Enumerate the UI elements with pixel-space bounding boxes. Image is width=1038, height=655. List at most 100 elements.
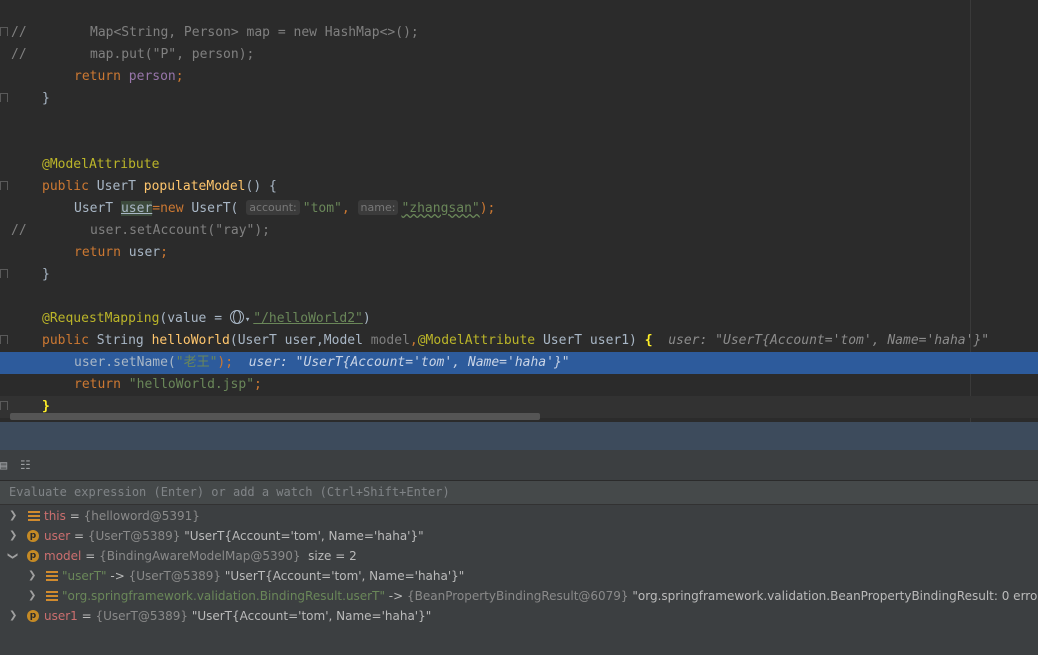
line-comment-marker: // xyxy=(11,47,27,62)
commented-code: Map<String, Person> map = new HashMap<>(… xyxy=(90,25,419,40)
request-mapping-url[interactable]: "/helloWorld2" xyxy=(253,311,363,326)
variable-ref: {UserT@5389} xyxy=(87,529,181,543)
code-line[interactable]: public UserT populateModel() { xyxy=(0,176,1038,198)
expand-arrow-icon[interactable]: ❯ xyxy=(9,606,17,626)
variable-person: person xyxy=(128,69,176,84)
variable-ref: {BindingAwareModelMap@5390} xyxy=(99,549,301,563)
variable-value: "UserT{Account='tom', Name='haha'}" xyxy=(188,609,432,623)
commented-code: map.put("P", person); xyxy=(90,47,255,62)
semicolon: ; xyxy=(254,377,262,392)
annotation-close: ) xyxy=(362,311,371,326)
statement-end: ); xyxy=(217,355,234,370)
code-line[interactable]: public String helloWorld(UserT user,Mode… xyxy=(0,330,1038,352)
annotation-requestmapping: @RequestMapping xyxy=(42,311,160,326)
horizontal-scrollbar[interactable] xyxy=(10,413,540,420)
keyword-return: return xyxy=(74,69,121,84)
return-type: UserT xyxy=(96,179,136,194)
annotation-modelattribute: @ModelAttribute xyxy=(417,333,536,348)
fold-marker-icon[interactable] xyxy=(0,335,8,345)
variable-name: model xyxy=(44,549,82,563)
variable-name: user xyxy=(44,529,71,543)
variable-name: this xyxy=(44,509,66,523)
variable-ref: {BeanPropertyBindingResult@6079} xyxy=(406,589,629,603)
method-params: () { xyxy=(245,179,277,194)
table-view-icon[interactable]: ▤ xyxy=(0,459,12,471)
ide-window: // Map<String, Person> map = new HashMap… xyxy=(0,0,1038,655)
variable-separator: -> xyxy=(106,569,129,583)
string-literal: "老王" xyxy=(175,355,218,370)
debug-inline-value: user: "UserT{Account='tom', Name='haha'}… xyxy=(668,333,990,348)
layout-settings-icon[interactable]: ☷ xyxy=(20,459,32,471)
keyword-return: return xyxy=(74,377,121,392)
code-editor[interactable]: // Map<String, Person> map = new HashMap… xyxy=(0,0,1038,422)
chevron-down-icon[interactable]: ▾ xyxy=(245,315,250,325)
fold-marker-icon[interactable] xyxy=(0,93,8,103)
string-literal: "helloWorld.jsp" xyxy=(128,377,255,392)
variable-row[interactable]: ❯ p user1 = {UserT@5389} "UserT{Account=… xyxy=(0,606,1038,626)
string-literal: "tom" xyxy=(302,201,342,216)
evaluate-expression-input[interactable]: Evaluate expression (Enter) or add a wat… xyxy=(0,481,1038,505)
variable-separator: = xyxy=(81,549,100,563)
variable-value: "UserT{Account='tom', Name='haha'}" xyxy=(180,529,424,543)
code-line[interactable]: } xyxy=(0,88,1038,110)
keyword-public: public xyxy=(42,179,89,194)
variable-row[interactable]: ❯ p user = {UserT@5389} "UserT{Account='… xyxy=(0,526,1038,546)
code-line[interactable]: return person; xyxy=(0,66,1038,88)
code-line[interactable]: return user; xyxy=(0,242,1038,264)
param-hint-account: account: xyxy=(246,200,300,215)
execution-point-line[interactable]: user.setName("老王"); user: "UserT{Account… xyxy=(0,352,1038,374)
variable-separator: -> xyxy=(384,589,407,603)
type-usert: UserT xyxy=(74,201,114,216)
comma: , xyxy=(341,201,350,216)
line-comment-marker: // xyxy=(11,25,27,40)
code-line[interactable]: UserT user=new UserT( account: "tom", nam… xyxy=(0,198,1038,220)
closing-brace: } xyxy=(42,91,50,106)
code-line[interactable]: @ModelAttribute xyxy=(0,154,1038,176)
semicolon: ; xyxy=(175,69,184,84)
method-call-setname: user.setName( xyxy=(74,355,176,370)
expand-arrow-icon[interactable]: ❯ xyxy=(28,566,36,586)
map-key: "org.springframework.validation.BindingR… xyxy=(62,589,385,603)
fold-marker-icon[interactable] xyxy=(0,27,8,37)
parameter-icon: p xyxy=(27,530,39,542)
map-key: "userT" xyxy=(62,569,107,583)
param-hint-name: name: xyxy=(357,200,399,215)
code-line[interactable]: @RequestMapping(value = ▾ "/helloWorld2") xyxy=(0,308,1038,330)
method-name-populatemodel: populateModel xyxy=(143,179,246,194)
code-line[interactable]: // map.put("P", person); xyxy=(0,44,1038,66)
expand-arrow-icon[interactable]: ❯ xyxy=(9,526,17,546)
annotation-value-key: (value = xyxy=(159,311,230,326)
code-line[interactable]: return "helloWorld.jsp"; xyxy=(0,374,1038,396)
variable-name: user1 xyxy=(44,609,78,623)
map-entry-row[interactable]: ❯ "org.springframework.validation.Bindin… xyxy=(0,586,1038,606)
code-line[interactable]: // user.setAccount("ray"); xyxy=(0,220,1038,242)
field-list-icon xyxy=(28,510,40,522)
matched-open-brace: { xyxy=(644,333,653,348)
semicolon: ; xyxy=(160,245,168,260)
variable-separator: = xyxy=(65,509,84,523)
variable-row[interactable]: ❯ this = {helloword@5391} xyxy=(0,506,1038,526)
fold-marker-icon[interactable] xyxy=(0,269,8,279)
code-line[interactable]: // Map<String, Person> map = new HashMap… xyxy=(0,22,1038,44)
keyword-new: =new xyxy=(152,201,184,216)
map-entry-icon xyxy=(46,570,58,582)
closing-brace: } xyxy=(42,267,50,282)
collapse-arrow-icon[interactable]: ❯ xyxy=(2,552,22,560)
variable-row[interactable]: ❯ p model = {BindingAwareModelMap@5390} … xyxy=(0,546,1038,566)
keyword-return: return xyxy=(74,245,121,260)
debug-tool-window-header xyxy=(0,422,1038,450)
fold-marker-icon[interactable] xyxy=(0,181,8,191)
expand-arrow-icon[interactable]: ❯ xyxy=(9,506,17,526)
comma: , xyxy=(409,333,418,348)
method-params: (UserT user,Model xyxy=(229,333,371,348)
fold-marker-icon[interactable] xyxy=(0,401,8,411)
debug-toolbar: ▤ ☷ xyxy=(0,450,1038,481)
method-name-helloworld: helloWorld xyxy=(151,333,230,348)
debug-inline-value: user: "UserT{Account='tom', Name='haha'}… xyxy=(248,355,570,370)
web-endpoint-globe-icon[interactable] xyxy=(229,310,244,324)
variable-value: "UserT{Account='tom', Name='haha'}" xyxy=(221,569,465,583)
expand-arrow-icon[interactable]: ❯ xyxy=(28,586,36,606)
map-entry-row[interactable]: ❯ "userT" -> {UserT@5389} "UserT{Account… xyxy=(0,566,1038,586)
variable-value: size = 2 xyxy=(300,549,357,563)
code-line[interactable]: } xyxy=(0,264,1038,286)
